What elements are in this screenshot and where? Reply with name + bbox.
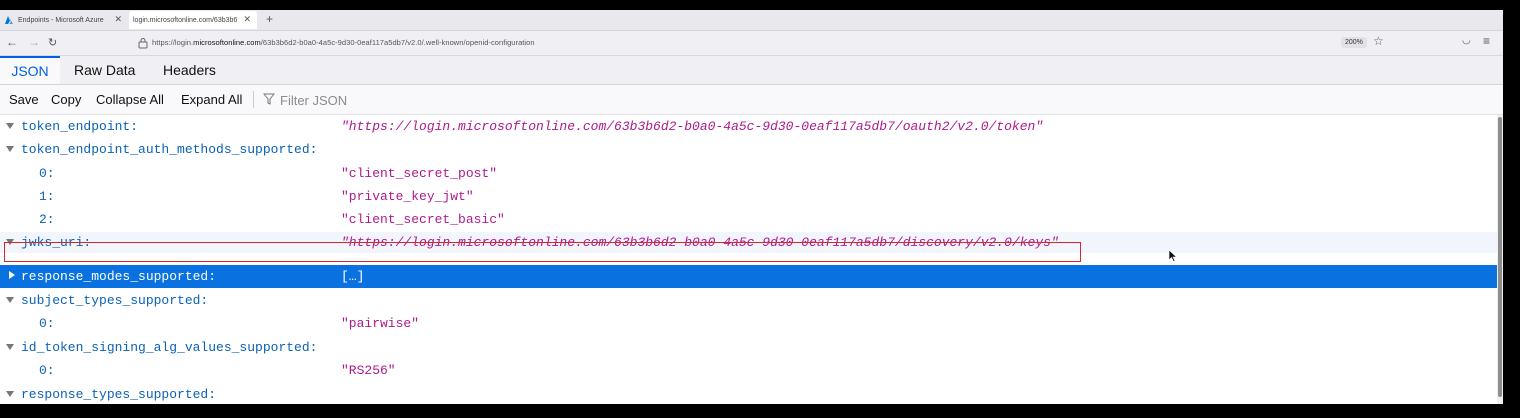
filter-icon	[263, 93, 275, 105]
save-button[interactable]: Save	[9, 92, 39, 107]
filter-json-input[interactable]	[280, 91, 480, 109]
json-key: 0:	[39, 166, 55, 181]
reload-icon[interactable]: ↻	[48, 36, 57, 49]
collapsed-triangle-icon[interactable]	[9, 271, 15, 279]
zoom-level-button[interactable]: 200%	[1341, 37, 1367, 48]
expand-triangle-icon[interactable]	[6, 391, 14, 397]
json-row-jwks-uri[interactable]: jwks_uri: "https://login.microsoftonline…	[0, 232, 1497, 253]
bookmark-star-icon[interactable]: ☆	[1373, 34, 1384, 48]
json-key: response_types_supported:	[21, 387, 217, 402]
new-tab-icon[interactable]: +	[266, 12, 273, 26]
back-icon[interactable]: ←	[6, 35, 18, 49]
url-bar[interactable]: https://login.microsoftonline.com/63b3b6…	[152, 38, 535, 47]
expand-triangle-icon[interactable]	[6, 146, 14, 152]
toolbar-divider	[253, 91, 254, 108]
collapse-all-button[interactable]: Collapse All	[96, 92, 164, 107]
json-toolbar: Save Copy Collapse All Expand All	[0, 85, 1503, 115]
expand-triangle-icon[interactable]	[6, 297, 14, 303]
json-row[interactable]: 0: "client_secret_post"	[0, 162, 1497, 185]
tab-login-microsoftonline[interactable]: login.microsoftonline.com/63b3b6 ✕	[129, 11, 257, 29]
close-icon[interactable]: ✕	[114, 14, 122, 25]
json-key: id_token_signing_alg_values_supported:	[21, 340, 318, 355]
copy-button[interactable]: Copy	[51, 92, 81, 107]
menu-icon[interactable]: ≡	[1483, 34, 1490, 48]
json-row[interactable]: id_token_signing_alg_values_supported:	[0, 336, 1497, 359]
json-row[interactable]: 1: "private_key_jwt"	[0, 185, 1497, 208]
pocket-icon[interactable]: ◡	[1462, 35, 1471, 46]
tab-strip: Endpoints - Microsoft Azure ✕ login.micr…	[0, 10, 1503, 31]
json-key: 0:	[39, 363, 55, 378]
page-info-icon[interactable]	[138, 37, 148, 49]
json-value: "pairwise"	[341, 316, 420, 331]
tab-title: login.microsoftonline.com/63b3b6	[133, 16, 238, 24]
scrollbar-thumb[interactable]	[1498, 117, 1502, 397]
url-domain: microsoftonline.com	[193, 38, 261, 47]
json-key: 2:	[39, 212, 55, 227]
json-row[interactable]: subject_types_supported:	[0, 289, 1497, 312]
json-value: […]	[341, 269, 365, 284]
json-row[interactable]: 2: "client_secret_basic"	[0, 208, 1497, 231]
json-row[interactable]: token_endpoint: "https://login.microsoft…	[0, 115, 1497, 138]
json-tree: token_endpoint: "https://login.microsoft…	[0, 115, 1497, 404]
json-value: "RS256"	[341, 363, 396, 378]
json-row[interactable]: 0: "RS256"	[0, 359, 1497, 382]
mouse-cursor-icon	[1169, 250, 1177, 262]
expand-triangle-icon[interactable]	[6, 123, 14, 129]
vertical-scrollbar[interactable]	[1497, 115, 1503, 404]
forward-icon[interactable]: →	[28, 35, 40, 49]
browser-window: Endpoints - Microsoft Azure ✕ login.micr…	[0, 10, 1503, 404]
tab-endpoints-azure[interactable]: Endpoints - Microsoft Azure ✕	[0, 11, 128, 29]
close-icon[interactable]: ✕	[243, 14, 251, 25]
tab-json[interactable]: JSON	[0, 56, 60, 84]
json-value: "https://login.microsoftonline.com/63b3b…	[341, 119, 1044, 134]
json-key: response_modes_supported:	[21, 269, 217, 284]
tab-raw-data[interactable]: Raw Data	[74, 56, 135, 84]
expand-all-button[interactable]: Expand All	[181, 92, 242, 107]
json-key: token_endpoint:	[21, 119, 139, 134]
json-row-selected[interactable]: response_modes_supported: […]	[0, 265, 1497, 288]
json-value: "private_key_jwt"	[341, 189, 474, 204]
expand-triangle-icon[interactable]	[6, 344, 14, 350]
azure-icon	[5, 16, 13, 24]
json-value: "client_secret_post"	[341, 166, 498, 181]
json-key: 0:	[39, 316, 55, 331]
json-row[interactable]: token_endpoint_auth_methods_supported:	[0, 138, 1497, 161]
json-key: subject_types_supported:	[21, 293, 209, 308]
json-key: jwks_uri:	[21, 235, 92, 250]
json-row[interactable]: 0: "pairwise"	[0, 312, 1497, 335]
tab-title: Endpoints - Microsoft Azure	[18, 16, 104, 24]
json-viewer-tabs: JSON Raw Data Headers	[0, 56, 1503, 85]
url-path: /63b3b6d2-b0a0-4a5c-9d30-0eaf117a5db7/v2…	[260, 38, 535, 47]
navigation-bar: ← → ↻ https://login.microsoftonline.com/…	[0, 31, 1503, 56]
json-key: 1:	[39, 189, 55, 204]
json-key: token_endpoint_auth_methods_supported:	[21, 142, 318, 157]
url-prefix: https://login.	[152, 38, 194, 47]
json-row[interactable]: response_types_supported:	[0, 383, 1497, 404]
expand-triangle-icon[interactable]	[6, 239, 14, 245]
json-value: "client_secret_basic"	[341, 212, 505, 227]
json-value: "https://login.microsoftonline.com/63b3b…	[341, 235, 1059, 250]
tab-headers[interactable]: Headers	[163, 56, 216, 84]
